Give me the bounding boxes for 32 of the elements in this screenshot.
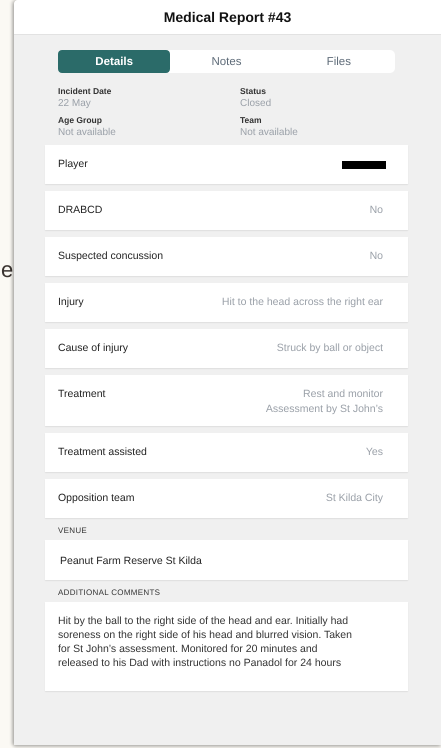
info-value: Closed [240,97,272,110]
field-value: Rest and monitor Assessment by St John’s [266,387,383,417]
field-value: Hit to the head across the right ear [222,295,383,310]
field-label: Treatment [58,387,106,402]
tab[interactable]: Details [58,50,170,73]
field-label: Player [58,157,88,172]
info-label: Status [240,86,267,97]
field-value: Struck by ball or object [276,341,383,356]
tab[interactable]: Notes [170,50,283,73]
info-label: Incident Date [58,86,112,97]
field-label: Treatment assisted [58,445,147,460]
info-value: 22 May [58,97,92,110]
field-value: No [370,203,383,218]
field-label: DRABCD [58,203,102,218]
comments-text: Hit by the ball to the right side of the head and ear. Initially had soreness on the right side of his head and blurred vision. Taken for St John’s assessment. Monitored for 20 minutes and released to his Dad with instructions no Panadol for 24 hours [58,614,353,670]
venue-value: Peanut Farm Reserve St Kilda [60,555,202,567]
info-value: Not available [58,126,117,139]
field-label: Injury [58,295,84,310]
info-label: Team [240,115,263,126]
field-value: St Kilda City [326,491,383,506]
section-heading: ADDITIONAL COMMENTS [57,587,162,599]
field-label: Cause of injury [58,341,128,356]
window-title: Medical Report #43 [164,9,292,25]
background-text: e [1,257,14,283]
field-value: No [370,249,383,264]
field-label: Suspected concussion [58,249,164,264]
info-label: Age Group [58,115,103,126]
info-value: Not available [240,126,299,139]
section-heading: VENUE [57,525,88,537]
tab[interactable]: Files [282,50,395,73]
field-label: Opposition team [58,491,134,506]
field-value: Yes [366,445,383,460]
